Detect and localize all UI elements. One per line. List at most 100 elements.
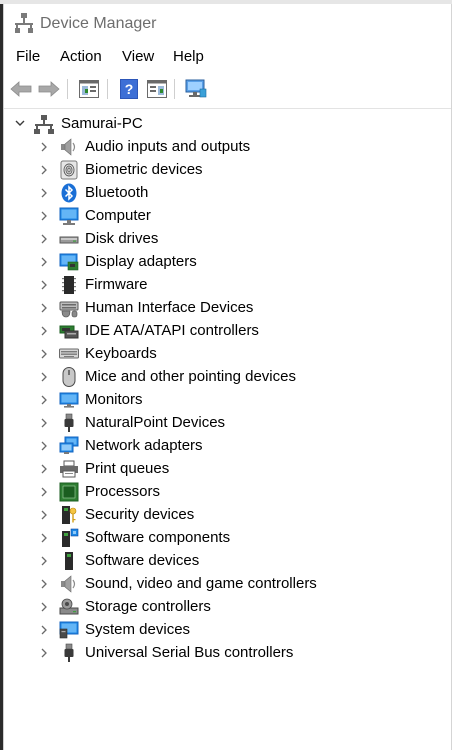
menu-bar: File Action View Help [4,46,451,70]
tree-item-monitors[interactable]: Monitors [4,389,444,411]
menu-view[interactable]: View [122,48,154,65]
tree-item-label: Network adapters [85,437,203,454]
hid-icon [59,301,79,318]
keyboard-icon [59,348,79,359]
toolbar-separator [67,79,68,99]
tree-item-label: Storage controllers [85,598,211,615]
security-key-icon [62,506,77,524]
tree-item-software-components[interactable]: Software components [4,527,444,549]
scan-hardware-button[interactable] [184,77,208,101]
chevron-right-icon[interactable] [39,532,49,544]
chevron-right-icon[interactable] [39,555,49,567]
tree-item-display-adapters[interactable]: Display adapters [4,251,444,273]
tree-item-computer[interactable]: Computer [4,205,444,227]
tree-item-storage-controllers[interactable]: Storage controllers [4,596,444,618]
chevron-right-icon[interactable] [39,187,49,199]
chevron-right-icon[interactable] [39,348,49,360]
menu-action[interactable]: Action [60,48,102,65]
tree-item-biometric[interactable]: Biometric devices [4,159,444,181]
scan-monitor-icon [185,79,207,98]
chevron-right-icon[interactable] [39,601,49,613]
svg-text:?: ? [125,81,134,97]
tree-item-hid[interactable]: Human Interface Devices [4,297,444,319]
forward-button[interactable] [37,77,61,101]
chevron-right-icon[interactable] [39,394,49,406]
properties-button[interactable] [77,77,101,101]
tree-item-sound-video-game[interactable]: Sound, video and game controllers [4,573,444,595]
chevron-right-icon[interactable] [39,302,49,314]
tree-item-label: Audio inputs and outputs [85,138,251,155]
menu-help[interactable]: Help [173,48,204,65]
bluetooth-icon [61,183,77,203]
tree-item-usb-controllers[interactable]: Universal Serial Bus controllers [4,642,444,664]
tree-item-network[interactable]: Network adapters [4,435,444,457]
device-tree[interactable]: Samurai-PC Audio inputs and outputs Biom… [4,108,451,751]
chevron-right-icon[interactable] [39,647,49,659]
software-component-icon [62,528,79,547]
tree-item-label: Display adapters [85,253,197,270]
help-icon: ? [120,79,138,99]
tree-item-label: System devices [85,621,191,638]
computer-icon [59,207,79,225]
chevron-right-icon[interactable] [39,509,49,521]
tree-item-software-devices[interactable]: Software devices [4,550,444,572]
network-adapter-icon [59,436,79,454]
chevron-right-icon[interactable] [39,141,49,153]
tree-item-label: Computer [85,207,151,224]
tree-root-label: Samurai-PC [61,115,143,132]
help-button[interactable]: ? [117,77,141,101]
chevron-right-icon[interactable] [39,417,49,429]
fingerprint-icon [60,160,78,180]
chevron-right-icon[interactable] [39,164,49,176]
tree-item-keyboards[interactable]: Keyboards [4,343,444,365]
chevron-right-icon[interactable] [39,233,49,245]
toolbar-separator [107,79,108,99]
chevron-right-icon[interactable] [39,256,49,268]
chevron-right-icon[interactable] [39,279,49,291]
back-button[interactable] [9,77,33,101]
chevron-right-icon[interactable] [39,325,49,337]
tree-item-security[interactable]: Security devices [4,504,444,526]
chevron-down-icon[interactable] [14,117,26,129]
tree-root-node[interactable]: Samurai-PC [4,113,304,135]
chevron-right-icon[interactable] [39,463,49,475]
tree-item-label: Print queues [85,460,170,477]
speaker-icon [61,138,76,156]
tree-item-firmware[interactable]: Firmware [4,274,444,296]
tree-item-processors[interactable]: Processors [4,481,444,503]
tree-item-label: Firmware [85,276,148,293]
software-device-icon [65,552,73,570]
chevron-right-icon[interactable] [39,578,49,590]
tree-item-bluetooth[interactable]: Bluetooth [4,182,444,204]
tree-item-mice[interactable]: Mice and other pointing devices [4,366,444,388]
usb-plug-icon [64,413,74,432]
chevron-right-icon[interactable] [39,371,49,383]
tree-item-disk-drives[interactable]: Disk drives [4,228,444,250]
processor-icon [59,482,79,502]
chevron-right-icon[interactable] [39,624,49,636]
mouse-icon [62,367,76,387]
tree-item-label: Bluetooth [85,184,149,201]
title-bar[interactable]: Device Manager [4,4,451,44]
chevron-right-icon[interactable] [39,210,49,222]
tree-item-label: Software components [85,529,231,546]
chevron-right-icon[interactable] [39,486,49,498]
tree-item-ide[interactable]: IDE ATA/ATAPI controllers [4,320,444,342]
chevron-right-icon[interactable] [39,440,49,452]
tree-item-label: Keyboards [85,345,157,362]
toolbar-separator [174,79,175,99]
tree-item-audio[interactable]: Audio inputs and outputs [4,136,444,158]
tree-item-naturalpoint[interactable]: NaturalPoint Devices [4,412,444,434]
tree-item-print-queues[interactable]: Print queues [4,458,444,480]
tree-item-label: Software devices [85,552,200,569]
toolbar: ? [4,74,451,104]
tree-item-label: Mice and other pointing devices [85,368,296,385]
action-pane-button[interactable] [145,77,169,101]
storage-controller-icon [59,598,79,615]
tree-item-label: Human Interface Devices [85,299,254,316]
firmware-chip-icon [62,276,76,294]
device-manager-icon [15,13,33,33]
tree-item-system-devices[interactable]: System devices [4,619,444,641]
menu-file[interactable]: File [16,48,40,65]
monitor-icon [59,392,79,408]
